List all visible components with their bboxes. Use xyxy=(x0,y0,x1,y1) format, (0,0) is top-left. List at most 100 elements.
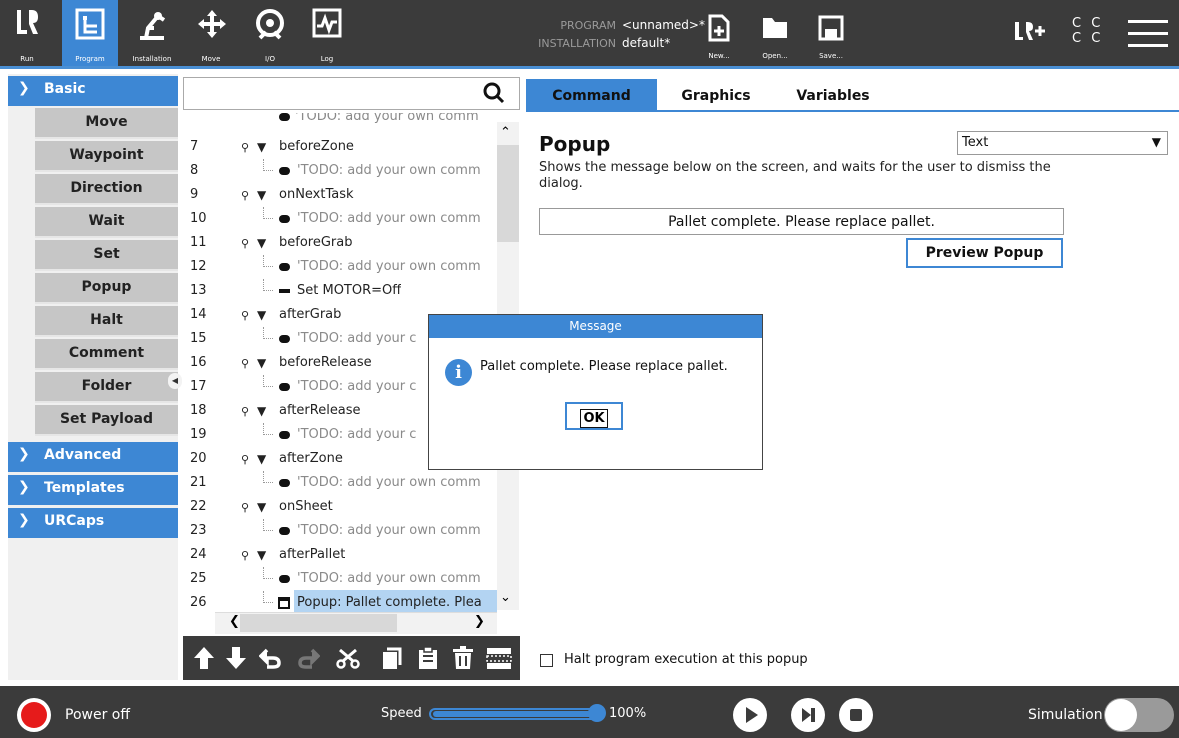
sidebar-item-popup[interactable]: Popup xyxy=(35,273,178,304)
sidebar-item-folder[interactable]: Folder xyxy=(35,372,178,403)
open-button[interactable]: Open... xyxy=(750,0,800,66)
line-number: 23 xyxy=(190,523,207,538)
line-number: 16 xyxy=(190,355,207,370)
tree-hscroll-thumb[interactable] xyxy=(240,614,397,632)
tree-branch-line xyxy=(263,255,273,267)
cut-icon[interactable] xyxy=(336,648,360,670)
tree-row[interactable]: 12 'TODO: add your own comm xyxy=(183,255,520,279)
sidebar-item-wait[interactable]: Wait xyxy=(35,207,178,238)
tree-row-text: Set MOTOR=Off xyxy=(297,283,402,298)
tab-command[interactable]: Command xyxy=(526,79,657,112)
nav-log-button[interactable]: Log xyxy=(302,0,352,66)
chevron-right-icon: ❯ xyxy=(18,446,30,462)
status-indicators: C C C C xyxy=(1072,16,1103,46)
sidebar-item-comment[interactable]: Comment xyxy=(35,339,178,370)
tree-row-text: beforeZone xyxy=(279,139,354,154)
stop-icon xyxy=(850,709,862,721)
nav-io-button[interactable]: I/O xyxy=(242,0,298,66)
tree-row[interactable]: 9 ⚲ ▼ onNextTask xyxy=(183,183,520,207)
dialog-ok-button[interactable]: OK xyxy=(565,402,623,430)
stop-button[interactable] xyxy=(839,698,873,732)
expand-triangle-icon[interactable]: ▼ xyxy=(257,500,266,514)
simulation-toggle[interactable] xyxy=(1104,698,1174,732)
nav-move-button[interactable]: Move xyxy=(186,0,236,66)
undo-icon[interactable] xyxy=(259,648,283,670)
nav-installation-button[interactable]: Installation xyxy=(124,0,180,66)
sidebar-item-set[interactable]: Set xyxy=(35,240,178,271)
new-file-icon xyxy=(708,14,730,42)
tree-row-partial[interactable]: 'TODO: add your own comm xyxy=(183,113,520,129)
sidebar-item-move[interactable]: Move xyxy=(35,108,178,139)
preview-popup-button[interactable]: Preview Popup xyxy=(906,238,1063,268)
category-basic[interactable]: ❯ Basic xyxy=(8,76,178,106)
category-templates[interactable]: ❯ Templates xyxy=(8,475,178,505)
popup-message-field[interactable]: Pallet complete. Please replace pallet. xyxy=(539,208,1064,235)
expand-triangle-icon[interactable]: ▼ xyxy=(257,356,266,370)
tree-row[interactable]: 8 'TODO: add your own comm xyxy=(183,159,520,183)
paste-icon[interactable] xyxy=(417,646,439,670)
tree-row-text: 'TODO: add your own comm xyxy=(295,113,479,124)
collapse-sidebar-handle[interactable]: ◀ xyxy=(168,373,182,389)
tree-row-text: afterGrab xyxy=(279,307,342,322)
tree-row[interactable]: 13 Set MOTOR=Off xyxy=(183,279,520,303)
expand-triangle-icon[interactable]: ▼ xyxy=(257,404,266,418)
copy-icon[interactable] xyxy=(380,646,402,670)
tree-row[interactable]: 7 ⚲ ▼ beforeZone xyxy=(183,135,520,159)
tab-variables[interactable]: Variables xyxy=(778,79,888,112)
tree-row[interactable]: 21 'TODO: add your own comm xyxy=(183,471,520,495)
hamburger-menu-icon[interactable] xyxy=(1128,20,1168,50)
tree-row-text: afterRelease xyxy=(279,403,361,418)
installation-key: INSTALLATION xyxy=(538,37,616,50)
save-button[interactable]: Save... xyxy=(806,0,856,66)
play-button[interactable] xyxy=(733,698,767,732)
popup-type-value: Text xyxy=(962,135,989,150)
sidebar-item-halt[interactable]: Halt xyxy=(35,306,178,337)
tree-row-text: beforeRelease xyxy=(279,355,372,370)
expand-triangle-icon[interactable]: ▼ xyxy=(257,548,266,562)
line-number: 9 xyxy=(190,187,199,202)
tree-row[interactable]: 25 'TODO: add your own comm xyxy=(183,567,520,591)
move-down-icon[interactable] xyxy=(225,646,247,670)
nav-program-button[interactable]: Program xyxy=(62,0,118,66)
expand-triangle-icon[interactable]: ▼ xyxy=(257,308,266,322)
delete-icon[interactable] xyxy=(452,646,474,670)
tree-row[interactable]: 22 ⚲ ▼ onSheet xyxy=(183,495,520,519)
tree-row[interactable]: 10 'TODO: add your own comm xyxy=(183,207,520,231)
suppress-icon[interactable] xyxy=(486,646,512,670)
scroll-left-icon[interactable]: ❮ xyxy=(229,614,240,629)
move-up-icon[interactable] xyxy=(193,646,215,670)
expand-triangle-icon[interactable]: ▼ xyxy=(257,452,266,466)
category-urcaps[interactable]: ❯ URCaps xyxy=(8,508,178,538)
category-advanced[interactable]: ❯ Advanced xyxy=(8,442,178,472)
expand-triangle-icon[interactable]: ▼ xyxy=(257,236,266,250)
scroll-right-icon[interactable]: ❯ xyxy=(474,614,485,629)
program-search-input[interactable] xyxy=(183,77,520,110)
ur-plus-icon[interactable] xyxy=(1013,20,1049,49)
scroll-down-icon[interactable]: ⌄ xyxy=(500,590,511,605)
sidebar-item-waypoint[interactable]: Waypoint xyxy=(35,141,178,172)
comment-icon xyxy=(279,335,290,343)
search-icon[interactable] xyxy=(483,82,505,104)
sidebar-item-direction[interactable]: Direction xyxy=(35,174,178,205)
expand-triangle-icon[interactable]: ▼ xyxy=(257,140,266,154)
tree-scroll-thumb[interactable] xyxy=(497,145,519,242)
halt-checkbox[interactable] xyxy=(540,654,553,667)
tree-row[interactable]: 23 'TODO: add your own comm xyxy=(183,519,520,543)
category-basic-label: Basic xyxy=(44,81,86,97)
nav-run-button[interactable]: Run xyxy=(4,0,50,66)
scroll-up-icon[interactable]: ⌃ xyxy=(500,125,511,140)
tab-graphics[interactable]: Graphics xyxy=(661,79,771,112)
sidebar-item-set-payload[interactable]: Set Payload xyxy=(35,405,178,436)
power-button[interactable] xyxy=(17,698,51,732)
tree-row[interactable]: 24 ⚲ ▼ afterPallet xyxy=(183,543,520,567)
popup-type-select[interactable]: Text ▼ xyxy=(957,131,1168,155)
new-button[interactable]: New... xyxy=(694,0,744,66)
tree-row[interactable]: 11 ⚲ ▼ beforeGrab xyxy=(183,231,520,255)
comment-icon xyxy=(279,263,290,271)
log-icon xyxy=(312,8,342,38)
speed-slider-handle[interactable] xyxy=(588,704,606,722)
redo-icon[interactable] xyxy=(296,648,320,670)
step-button[interactable] xyxy=(791,698,825,732)
power-label[interactable]: Power off xyxy=(65,707,130,723)
expand-triangle-icon[interactable]: ▼ xyxy=(257,188,266,202)
